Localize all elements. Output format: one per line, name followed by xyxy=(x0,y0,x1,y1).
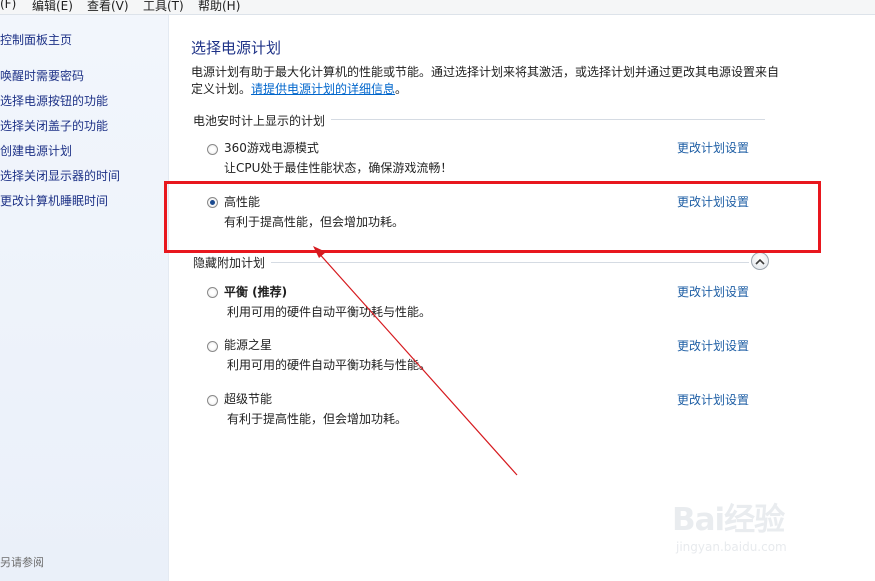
change-plan-settings-link[interactable]: 更改计划设置 xyxy=(677,283,749,300)
group-battery-plans: 电池安时计上显示的计划 xyxy=(193,112,332,129)
change-plan-settings-link[interactable]: 更改计划设置 xyxy=(677,337,749,354)
menu-file[interactable]: (F) xyxy=(0,0,16,11)
collapse-hidden-plans-button[interactable] xyxy=(751,252,769,270)
radio-plan-power-saver[interactable] xyxy=(207,395,218,406)
group-hidden-plans: 隐藏附加计划 xyxy=(193,254,272,271)
plan-description: 让CPU处于最佳性能状态，确保游戏流畅！ xyxy=(224,161,453,175)
watermark-text: Bai经验 xyxy=(672,502,785,538)
change-plan-settings-link[interactable]: 更改计划设置 xyxy=(677,139,749,156)
menu-edit[interactable]: 编辑(E) xyxy=(32,0,73,14)
sidebar-item-create-plan[interactable]: 创建电源计划 xyxy=(0,142,72,159)
plan-description: 利用可用的硬件自动平衡功耗与性能。 xyxy=(227,358,432,372)
sidebar-item-wake-password[interactable]: 唤醒时需要密码 xyxy=(0,67,84,84)
plan-name: 能源之星 xyxy=(224,338,273,352)
chevron-up-icon xyxy=(755,258,765,265)
sidebar-item-display-off[interactable]: 选择关闭显示器的时间 xyxy=(0,167,120,184)
sidebar-item-sleep-time[interactable]: 更改计算机睡眠时间 xyxy=(0,192,108,209)
menu-view[interactable]: 查看(V) xyxy=(87,0,129,14)
radio-plan-360[interactable] xyxy=(207,144,218,155)
watermark-url: jingyan.baidu.com xyxy=(676,540,787,554)
plan-description: 有利于提高性能，但会增加功耗。 xyxy=(227,412,408,426)
radio-plan-balanced[interactable] xyxy=(207,287,218,298)
sidebar-item-lid-close[interactable]: 选择关闭盖子的功能 xyxy=(0,117,108,134)
highlight-box xyxy=(164,181,821,253)
sidebar-item-power-button[interactable]: 选择电源按钮的功能 xyxy=(0,92,108,109)
radio-plan-energy-star[interactable] xyxy=(207,341,218,352)
sidebar: 控制面板主页 唤醒时需要密码 选择电源按钮的功能 选择关闭盖子的功能 创建电源计… xyxy=(0,15,169,581)
sidebar-see-also: 另请参阅 xyxy=(0,556,44,569)
menu-help[interactable]: 帮助(H) xyxy=(198,0,240,14)
menu-bar: (F) 编辑(E) 查看(V) 工具(T) 帮助(H) xyxy=(0,0,875,15)
sidebar-item-control-panel-home[interactable]: 控制面板主页 xyxy=(0,31,72,48)
plan-details-link[interactable]: 请提供电源计划的详细信息 xyxy=(251,82,395,96)
intro-text: 电源计划有助于最大化计算机的性能或节能。通过选择计划来将其激活，或选择计划并通过… xyxy=(191,64,781,98)
plan-description: 利用可用的硬件自动平衡功耗与性能。 xyxy=(227,305,432,319)
page-title: 选择电源计划 xyxy=(191,39,282,57)
change-plan-settings-link[interactable]: 更改计划设置 xyxy=(677,391,749,408)
menu-tools[interactable]: 工具(T) xyxy=(143,0,184,14)
plan-name: 360游戏电源模式 xyxy=(224,141,319,155)
group-divider xyxy=(193,262,749,263)
plan-name: 平衡 (推荐) xyxy=(224,285,288,299)
watermark-logo: Bai经验 jingyan.baidu.com xyxy=(668,488,868,574)
plan-name: 超级节能 xyxy=(224,392,273,406)
intro-end: 。 xyxy=(395,82,408,96)
